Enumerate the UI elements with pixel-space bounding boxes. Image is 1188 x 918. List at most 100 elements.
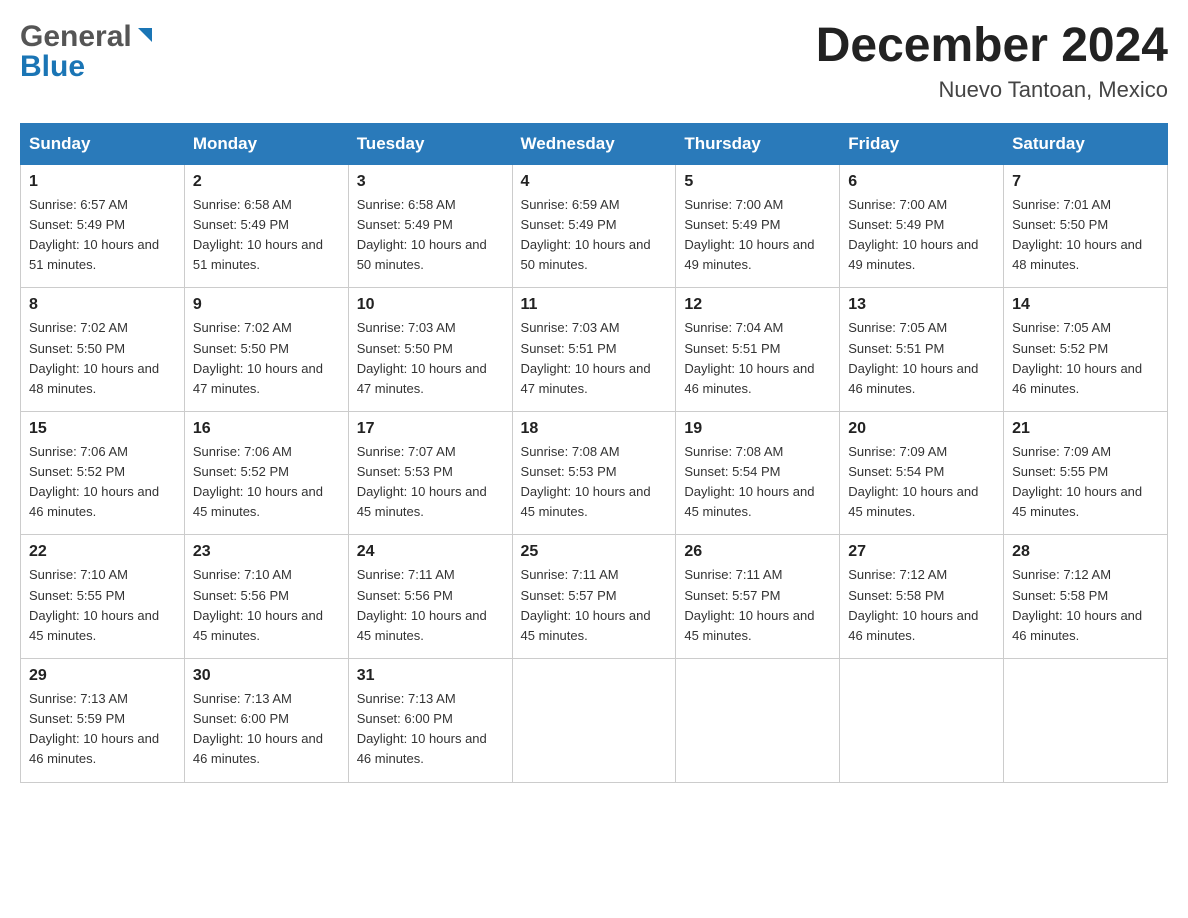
logo-blue-text: Blue xyxy=(20,50,85,84)
calendar-cell: 10 Sunrise: 7:03 AM Sunset: 5:50 PM Dayl… xyxy=(348,288,512,412)
day-number: 2 xyxy=(193,173,340,191)
calendar-cell: 22 Sunrise: 7:10 AM Sunset: 5:55 PM Dayl… xyxy=(21,535,185,659)
calendar-cell xyxy=(1004,659,1168,783)
calendar-week-3: 15 Sunrise: 7:06 AM Sunset: 5:52 PM Dayl… xyxy=(21,411,1168,535)
day-number: 17 xyxy=(357,420,504,438)
calendar-cell: 14 Sunrise: 7:05 AM Sunset: 5:52 PM Dayl… xyxy=(1004,288,1168,412)
calendar-cell: 27 Sunrise: 7:12 AM Sunset: 5:58 PM Dayl… xyxy=(840,535,1004,659)
day-info: Sunrise: 7:13 AM Sunset: 6:00 PM Dayligh… xyxy=(193,689,340,770)
calendar-cell: 30 Sunrise: 7:13 AM Sunset: 6:00 PM Dayl… xyxy=(184,659,348,783)
day-number: 18 xyxy=(521,420,668,438)
day-info: Sunrise: 6:57 AM Sunset: 5:49 PM Dayligh… xyxy=(29,195,176,276)
calendar-cell: 28 Sunrise: 7:12 AM Sunset: 5:58 PM Dayl… xyxy=(1004,535,1168,659)
month-title: December 2024 xyxy=(816,20,1168,73)
calendar-cell xyxy=(840,659,1004,783)
day-number: 15 xyxy=(29,420,176,438)
day-info: Sunrise: 7:12 AM Sunset: 5:58 PM Dayligh… xyxy=(1012,565,1159,646)
location-title: Nuevo Tantoan, Mexico xyxy=(816,77,1168,103)
day-number: 27 xyxy=(848,543,995,561)
day-info: Sunrise: 7:08 AM Sunset: 5:54 PM Dayligh… xyxy=(684,442,831,523)
day-info: Sunrise: 6:59 AM Sunset: 5:49 PM Dayligh… xyxy=(521,195,668,276)
day-info: Sunrise: 7:13 AM Sunset: 5:59 PM Dayligh… xyxy=(29,689,176,770)
day-number: 23 xyxy=(193,543,340,561)
calendar-cell: 29 Sunrise: 7:13 AM Sunset: 5:59 PM Dayl… xyxy=(21,659,185,783)
day-info: Sunrise: 6:58 AM Sunset: 5:49 PM Dayligh… xyxy=(193,195,340,276)
col-header-sunday: Sunday xyxy=(21,123,185,164)
day-info: Sunrise: 7:09 AM Sunset: 5:54 PM Dayligh… xyxy=(848,442,995,523)
calendar-cell: 16 Sunrise: 7:06 AM Sunset: 5:52 PM Dayl… xyxy=(184,411,348,535)
day-number: 19 xyxy=(684,420,831,438)
day-number: 1 xyxy=(29,173,176,191)
col-header-monday: Monday xyxy=(184,123,348,164)
day-number: 12 xyxy=(684,296,831,314)
calendar-cell: 17 Sunrise: 7:07 AM Sunset: 5:53 PM Dayl… xyxy=(348,411,512,535)
day-number: 28 xyxy=(1012,543,1159,561)
calendar-cell: 5 Sunrise: 7:00 AM Sunset: 5:49 PM Dayli… xyxy=(676,164,840,288)
calendar-cell: 15 Sunrise: 7:06 AM Sunset: 5:52 PM Dayl… xyxy=(21,411,185,535)
logo: General Blue xyxy=(20,20,156,84)
logo-general-text: General xyxy=(20,20,132,54)
day-info: Sunrise: 7:00 AM Sunset: 5:49 PM Dayligh… xyxy=(684,195,831,276)
day-info: Sunrise: 7:08 AM Sunset: 5:53 PM Dayligh… xyxy=(521,442,668,523)
day-info: Sunrise: 7:05 AM Sunset: 5:52 PM Dayligh… xyxy=(1012,318,1159,399)
day-number: 30 xyxy=(193,667,340,685)
day-number: 3 xyxy=(357,173,504,191)
page-header: General Blue December 2024 Nuevo Tantoan… xyxy=(20,20,1168,103)
day-info: Sunrise: 7:02 AM Sunset: 5:50 PM Dayligh… xyxy=(193,318,340,399)
logo-arrow-icon xyxy=(134,24,156,51)
calendar-cell: 25 Sunrise: 7:11 AM Sunset: 5:57 PM Dayl… xyxy=(512,535,676,659)
calendar-cell: 13 Sunrise: 7:05 AM Sunset: 5:51 PM Dayl… xyxy=(840,288,1004,412)
day-number: 22 xyxy=(29,543,176,561)
day-info: Sunrise: 7:12 AM Sunset: 5:58 PM Dayligh… xyxy=(848,565,995,646)
day-info: Sunrise: 7:06 AM Sunset: 5:52 PM Dayligh… xyxy=(193,442,340,523)
day-info: Sunrise: 7:06 AM Sunset: 5:52 PM Dayligh… xyxy=(29,442,176,523)
col-header-tuesday: Tuesday xyxy=(348,123,512,164)
day-info: Sunrise: 7:13 AM Sunset: 6:00 PM Dayligh… xyxy=(357,689,504,770)
day-number: 6 xyxy=(848,173,995,191)
day-number: 5 xyxy=(684,173,831,191)
calendar-cell: 23 Sunrise: 7:10 AM Sunset: 5:56 PM Dayl… xyxy=(184,535,348,659)
calendar-cell: 3 Sunrise: 6:58 AM Sunset: 5:49 PM Dayli… xyxy=(348,164,512,288)
calendar-week-4: 22 Sunrise: 7:10 AM Sunset: 5:55 PM Dayl… xyxy=(21,535,1168,659)
day-info: Sunrise: 7:03 AM Sunset: 5:50 PM Dayligh… xyxy=(357,318,504,399)
day-info: Sunrise: 7:05 AM Sunset: 5:51 PM Dayligh… xyxy=(848,318,995,399)
calendar-table: SundayMondayTuesdayWednesdayThursdayFrid… xyxy=(20,123,1168,783)
calendar-cell: 8 Sunrise: 7:02 AM Sunset: 5:50 PM Dayli… xyxy=(21,288,185,412)
calendar-cell: 26 Sunrise: 7:11 AM Sunset: 5:57 PM Dayl… xyxy=(676,535,840,659)
calendar-week-5: 29 Sunrise: 7:13 AM Sunset: 5:59 PM Dayl… xyxy=(21,659,1168,783)
col-header-wednesday: Wednesday xyxy=(512,123,676,164)
day-info: Sunrise: 7:11 AM Sunset: 5:57 PM Dayligh… xyxy=(521,565,668,646)
day-number: 11 xyxy=(521,296,668,314)
day-info: Sunrise: 6:58 AM Sunset: 5:49 PM Dayligh… xyxy=(357,195,504,276)
day-info: Sunrise: 7:07 AM Sunset: 5:53 PM Dayligh… xyxy=(357,442,504,523)
day-number: 25 xyxy=(521,543,668,561)
calendar-cell xyxy=(512,659,676,783)
calendar-cell: 20 Sunrise: 7:09 AM Sunset: 5:54 PM Dayl… xyxy=(840,411,1004,535)
day-number: 16 xyxy=(193,420,340,438)
calendar-cell: 24 Sunrise: 7:11 AM Sunset: 5:56 PM Dayl… xyxy=(348,535,512,659)
calendar-cell: 12 Sunrise: 7:04 AM Sunset: 5:51 PM Dayl… xyxy=(676,288,840,412)
day-info: Sunrise: 7:11 AM Sunset: 5:56 PM Dayligh… xyxy=(357,565,504,646)
calendar-header-row: SundayMondayTuesdayWednesdayThursdayFrid… xyxy=(21,123,1168,164)
day-info: Sunrise: 7:11 AM Sunset: 5:57 PM Dayligh… xyxy=(684,565,831,646)
day-number: 13 xyxy=(848,296,995,314)
day-info: Sunrise: 7:03 AM Sunset: 5:51 PM Dayligh… xyxy=(521,318,668,399)
day-info: Sunrise: 7:04 AM Sunset: 5:51 PM Dayligh… xyxy=(684,318,831,399)
day-info: Sunrise: 7:02 AM Sunset: 5:50 PM Dayligh… xyxy=(29,318,176,399)
calendar-cell: 1 Sunrise: 6:57 AM Sunset: 5:49 PM Dayli… xyxy=(21,164,185,288)
day-number: 4 xyxy=(521,173,668,191)
col-header-friday: Friday xyxy=(840,123,1004,164)
day-info: Sunrise: 7:00 AM Sunset: 5:49 PM Dayligh… xyxy=(848,195,995,276)
col-header-thursday: Thursday xyxy=(676,123,840,164)
day-number: 21 xyxy=(1012,420,1159,438)
day-number: 24 xyxy=(357,543,504,561)
day-number: 31 xyxy=(357,667,504,685)
calendar-cell: 4 Sunrise: 6:59 AM Sunset: 5:49 PM Dayli… xyxy=(512,164,676,288)
title-section: December 2024 Nuevo Tantoan, Mexico xyxy=(816,20,1168,103)
day-number: 26 xyxy=(684,543,831,561)
calendar-cell: 6 Sunrise: 7:00 AM Sunset: 5:49 PM Dayli… xyxy=(840,164,1004,288)
day-number: 14 xyxy=(1012,296,1159,314)
calendar-cell: 21 Sunrise: 7:09 AM Sunset: 5:55 PM Dayl… xyxy=(1004,411,1168,535)
day-info: Sunrise: 7:10 AM Sunset: 5:55 PM Dayligh… xyxy=(29,565,176,646)
calendar-cell: 2 Sunrise: 6:58 AM Sunset: 5:49 PM Dayli… xyxy=(184,164,348,288)
